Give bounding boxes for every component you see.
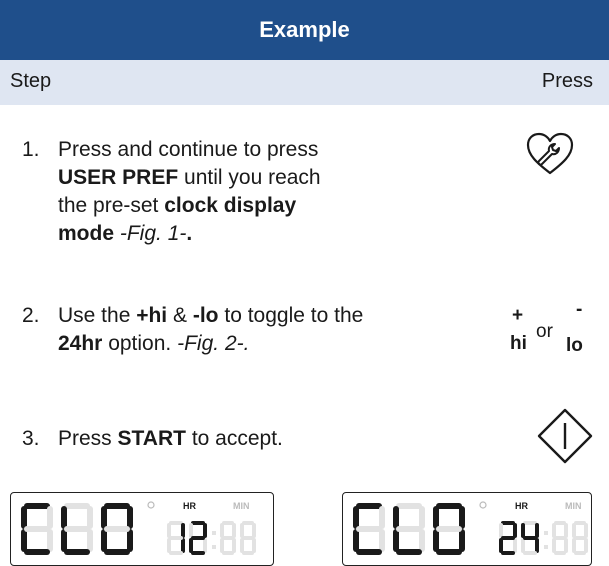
- step-keyword: USER PREF: [58, 166, 179, 189]
- lcd-hour-digit: [499, 521, 517, 555]
- lcd-minute-digit: [572, 521, 588, 555]
- step-number: 1.: [22, 138, 40, 161]
- hr-label: HR: [183, 501, 196, 511]
- hr-label: HR: [515, 501, 528, 511]
- step-text: to toggle to the: [224, 304, 364, 327]
- step-keyword: -lo: [192, 304, 219, 327]
- step-text: to accept.: [191, 427, 283, 450]
- step-keyword: clock display: [164, 194, 297, 217]
- colon-dot: [212, 545, 216, 549]
- step-keyword: +hi: [136, 304, 168, 327]
- lcd-hour-digit: [167, 521, 185, 555]
- step-keyword: mode: [58, 222, 115, 245]
- figure-ref: -Fig. 1-: [119, 222, 187, 245]
- column-headers: Step Press: [0, 60, 609, 105]
- clock-display-fig1: HR MIN: [10, 492, 274, 566]
- column-press: Press: [541, 70, 593, 92]
- step-text: .: [186, 222, 193, 245]
- header-title: Example: [259, 17, 350, 42]
- step-text: &: [173, 304, 188, 327]
- lcd-main-digit: [433, 503, 465, 555]
- lcd-hour-digit: [189, 521, 207, 555]
- lcd-minute-digit: [240, 521, 256, 555]
- clock-display-fig2: HR MIN: [342, 492, 592, 566]
- or-label: or: [536, 321, 553, 342]
- plus-sign: +: [512, 305, 524, 326]
- lcd-main-digit: [393, 503, 425, 555]
- colon-dot: [544, 545, 548, 549]
- column-step: Step: [10, 70, 52, 92]
- step-keyword: START: [117, 427, 186, 450]
- lcd-main-digit: [61, 503, 93, 555]
- step-text: the pre-set: [58, 194, 159, 217]
- lcd-main-digit: [21, 503, 53, 555]
- figure-ref: -Fig. 2-.: [177, 332, 250, 355]
- step-text: until you reach: [184, 166, 321, 189]
- step-text: option.: [108, 332, 172, 355]
- lcd-minute-digit: [220, 521, 236, 555]
- lcd-hour-digit: [521, 521, 539, 555]
- colon-dot: [212, 531, 216, 535]
- degree-mark: [147, 501, 155, 509]
- hi-or-lo-buttons: + hi or - lo: [510, 299, 590, 385]
- step-text: Press: [58, 427, 112, 450]
- step-number: 2.: [22, 304, 40, 327]
- wrench-heart-icon: [525, 131, 575, 182]
- table-header: Example: [0, 0, 609, 60]
- min-label: MIN: [565, 501, 582, 511]
- minus-sign: -: [576, 299, 583, 320]
- step-text: Press and continue to press: [58, 138, 319, 161]
- start-diamond-icon: [535, 406, 595, 471]
- lo-label: lo: [566, 335, 583, 356]
- colon-dot: [544, 531, 548, 535]
- hi-label: hi: [510, 333, 527, 354]
- degree-mark: [479, 501, 487, 509]
- step-keyword: 24hr: [58, 332, 103, 355]
- step-number: 3.: [22, 427, 40, 450]
- lcd-main-digit: [353, 503, 385, 555]
- min-label: MIN: [233, 501, 250, 511]
- lcd-main-digit: [101, 503, 133, 555]
- lcd-minute-digit: [552, 521, 568, 555]
- step-text: Use the: [58, 304, 131, 327]
